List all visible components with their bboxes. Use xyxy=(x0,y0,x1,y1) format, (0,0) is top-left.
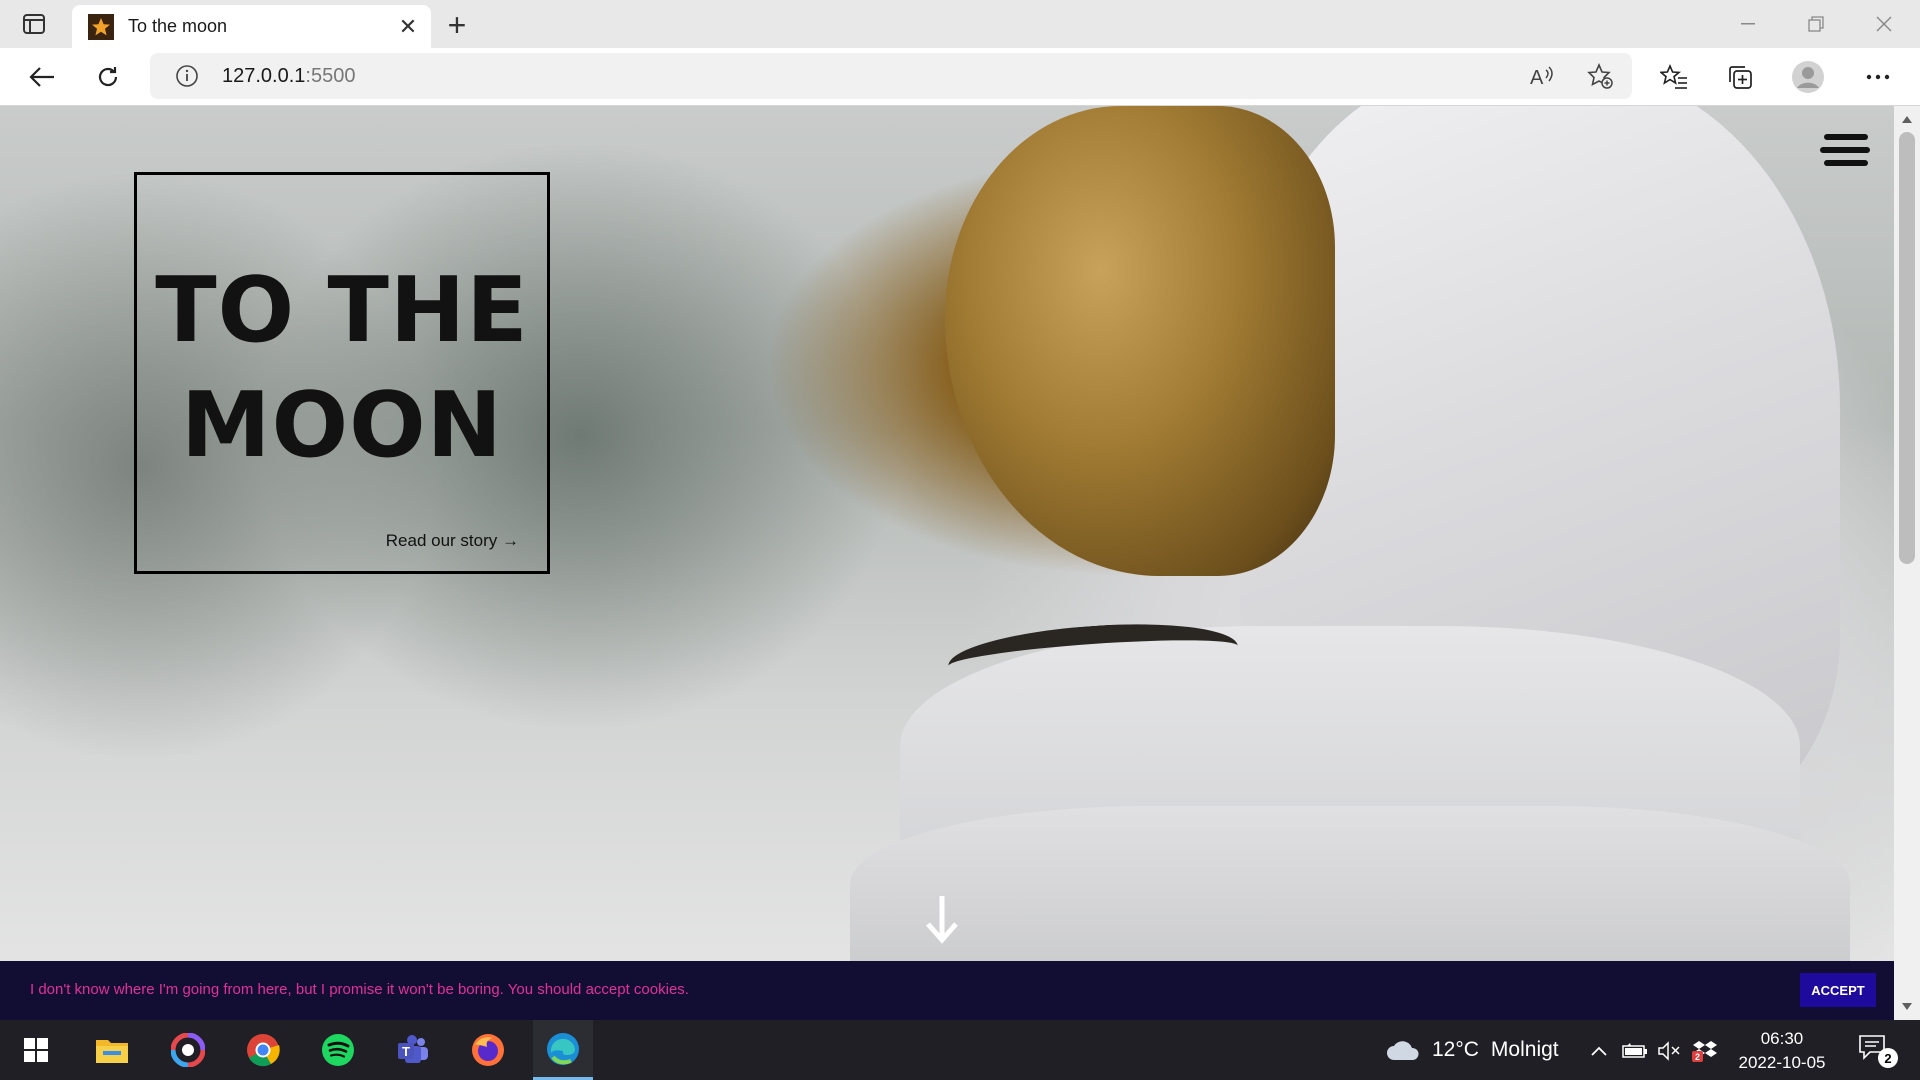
scroll-down-arrow-icon[interactable] xyxy=(922,894,962,944)
svg-text:2: 2 xyxy=(1695,1052,1700,1062)
scroll-up-icon[interactable] xyxy=(1901,114,1913,126)
cloud-icon xyxy=(1387,1041,1419,1060)
clock-date: 2022-10-05 xyxy=(1738,1053,1826,1072)
swirl-app-icon[interactable] xyxy=(158,1020,218,1080)
hamburger-menu-icon[interactable] xyxy=(1820,134,1870,168)
collections-icon[interactable] xyxy=(1720,57,1760,97)
star-icon xyxy=(88,13,114,40)
system-clock[interactable]: 06:30 2022-10-05 xyxy=(1730,1027,1834,1075)
chevron-up-icon[interactable] xyxy=(1586,1038,1612,1064)
cookie-banner: I don't know where I'm going from here, … xyxy=(0,961,1894,1020)
file-explorer-icon[interactable] xyxy=(82,1020,142,1080)
new-tab-button[interactable]: + xyxy=(440,7,474,43)
browser-toolbar: 127.0.0.1:5500 A xyxy=(0,48,1920,106)
back-arrow-icon[interactable] xyxy=(22,57,62,97)
hero-title-box: TO THE MOON Read our story → xyxy=(134,172,550,574)
tab-bar: To the moon ✕ + xyxy=(0,0,1920,48)
title-line-2: MOON xyxy=(181,373,503,478)
windows-start-icon[interactable] xyxy=(6,1020,66,1080)
minimize-icon[interactable] xyxy=(1714,0,1782,48)
gold-visor-image xyxy=(945,106,1335,576)
firefox-icon[interactable] xyxy=(458,1020,518,1080)
scroll-down-icon[interactable] xyxy=(1901,1000,1913,1012)
clock-time: 06:30 xyxy=(1760,1029,1804,1048)
restore-icon[interactable] xyxy=(1782,0,1850,48)
cookie-message: I don't know where I'm going from here, … xyxy=(30,981,689,998)
close-window-icon[interactable] xyxy=(1850,0,1918,48)
url-host: 127.0.0.1 xyxy=(222,64,306,87)
page-scrollbar[interactable] xyxy=(1894,106,1920,1020)
edge-icon[interactable] xyxy=(533,1020,593,1080)
dropbox-icon[interactable]: 2 xyxy=(1692,1038,1718,1064)
reload-icon[interactable] xyxy=(88,57,128,97)
tab-title: To the moon xyxy=(128,16,228,36)
weather-temperature: 12°C xyxy=(1432,1038,1479,1061)
teams-icon[interactable]: T xyxy=(383,1020,443,1080)
read-our-story-link[interactable]: Read our story → xyxy=(386,531,519,551)
browser-tab[interactable]: To the moon ✕ xyxy=(72,5,431,48)
windows-taskbar: T 12°C Molnigt 2 06:30 2022-10-05 2 xyxy=(0,1020,1920,1080)
url-text: 127.0.0.1:5500 xyxy=(222,65,355,88)
notification-count-badge: 2 xyxy=(1878,1048,1898,1068)
tab-actions-icon[interactable] xyxy=(16,10,52,38)
favorites-icon[interactable] xyxy=(1654,57,1694,97)
spotify-icon[interactable] xyxy=(308,1020,368,1080)
svg-text:T: T xyxy=(402,1044,410,1059)
info-icon[interactable] xyxy=(174,63,200,89)
scrollbar-thumb[interactable] xyxy=(1899,132,1915,564)
url-port: :5500 xyxy=(305,64,356,87)
profile-avatar-icon[interactable] xyxy=(1788,57,1828,97)
weather-condition: Molnigt xyxy=(1490,1038,1559,1061)
read-aloud-icon[interactable]: A xyxy=(1522,56,1562,96)
notifications-icon[interactable]: 2 xyxy=(1858,1034,1898,1068)
accept-cookies-button[interactable]: ACCEPT xyxy=(1800,973,1876,1007)
page-title: TO THE MOON xyxy=(137,253,547,483)
title-line-1: TO THE xyxy=(155,258,529,363)
address-bar[interactable]: 127.0.0.1:5500 A xyxy=(150,53,1632,99)
battery-icon[interactable] xyxy=(1622,1038,1648,1064)
svg-text:A: A xyxy=(1530,67,1544,88)
close-tab-icon[interactable]: ✕ xyxy=(393,12,423,42)
volume-muted-icon[interactable] xyxy=(1656,1038,1682,1064)
more-options-icon[interactable] xyxy=(1858,57,1898,97)
chrome-icon[interactable] xyxy=(233,1020,293,1080)
add-favorite-icon[interactable] xyxy=(1580,56,1620,96)
page-viewport: TO THE MOON Read our story → I don't kno… xyxy=(0,106,1894,1020)
weather-widget[interactable]: 12°C Molnigt xyxy=(1386,1020,1559,1080)
